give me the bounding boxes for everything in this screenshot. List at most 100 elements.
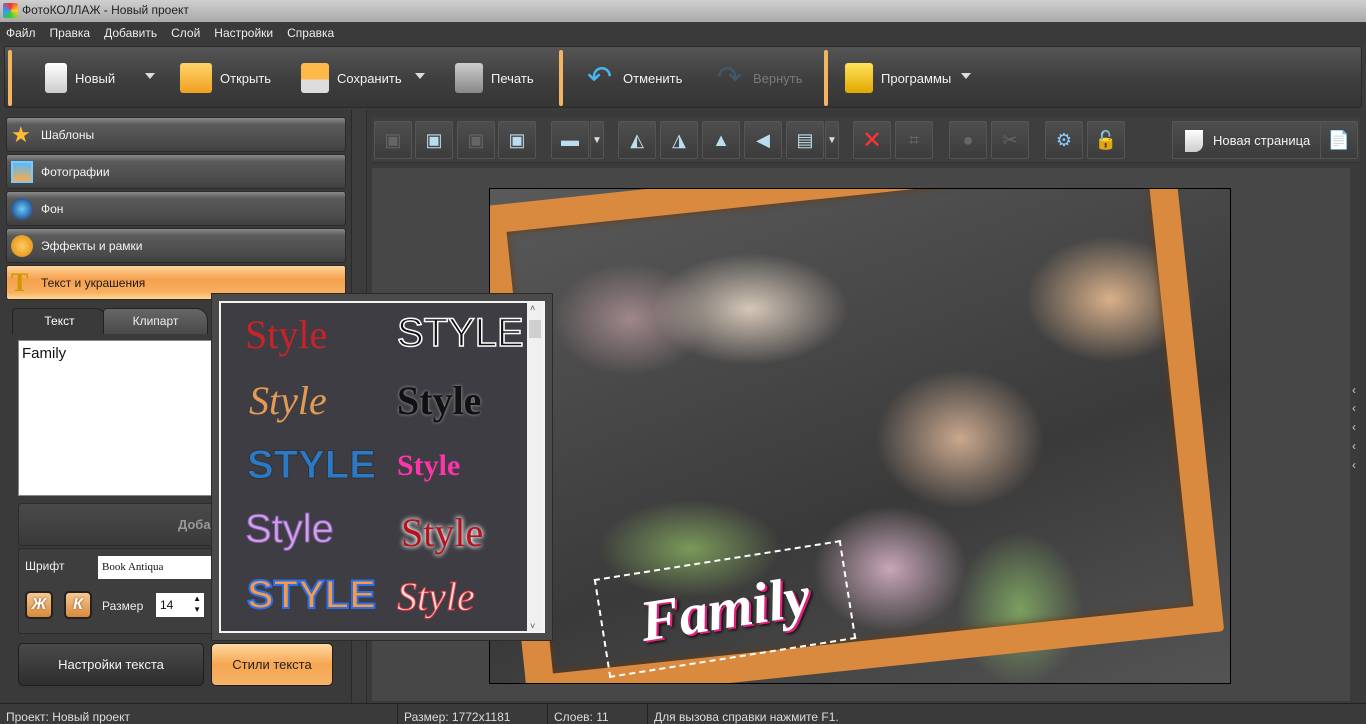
align-dropdown-icon[interactable]: ▼ <box>590 121 604 159</box>
effects-icon[interactable]: ● <box>949 121 987 159</box>
programs-label: Программы <box>881 70 952 86</box>
style-item[interactable]: STYLE <box>396 310 524 356</box>
undo-icon: ↶ <box>587 61 613 94</box>
unlock-icon[interactable]: 🔓 <box>1087 121 1125 159</box>
sidebar-item-label: Фотографии <box>41 164 110 179</box>
open-button[interactable]: Открыть <box>180 55 271 101</box>
save-label: Сохранить <box>337 70 402 86</box>
tab-clipart[interactable]: Клипарт <box>103 308 208 334</box>
new-dropdown-icon[interactable] <box>145 73 155 79</box>
programs-dropdown-icon[interactable] <box>961 73 971 79</box>
menu-edit[interactable]: Правка <box>50 26 91 40</box>
scroll-up-icon[interactable]: ˄ <box>530 303 535 313</box>
tab-text[interactable]: Текст <box>12 308 107 334</box>
save-dropdown-icon[interactable] <box>415 73 425 79</box>
new-page-label: Новая страница <box>1213 132 1311 148</box>
collage-canvas[interactable]: Family <box>489 188 1231 684</box>
sidebar-item-label: Эффекты и рамки <box>41 238 143 253</box>
printer-icon <box>455 63 483 93</box>
undo-label: Отменить <box>623 70 683 86</box>
sidebar-item-label: Текст и украшения <box>41 275 146 290</box>
flip-horizontal-icon[interactable]: ▲ <box>702 121 740 159</box>
undo-button[interactable]: ↶ Отменить <box>587 55 682 101</box>
print-label: Печать <box>491 70 534 86</box>
style-item[interactable]: Style <box>397 573 476 620</box>
collapse-arrow-icon[interactable]: ‹ <box>1352 439 1356 453</box>
menu-file[interactable]: Файл <box>6 26 36 40</box>
bring-forward-icon[interactable]: ▣ <box>498 121 536 159</box>
new-button[interactable]: Новый <box>45 55 115 101</box>
style-item[interactable]: Style <box>397 377 481 424</box>
style-item[interactable]: Style <box>249 377 327 424</box>
rotate-right-icon[interactable]: ◮ <box>660 121 698 159</box>
cut-icon[interactable]: ✂ <box>991 121 1029 159</box>
rotate-left-icon[interactable]: ◭ <box>618 121 656 159</box>
send-to-back-icon[interactable]: ▣ <box>374 121 412 159</box>
sidebar-item-background[interactable]: Фон <box>6 191 346 226</box>
text-styles-button[interactable]: Стили текста <box>211 643 333 686</box>
text-settings-button[interactable]: Настройки текста <box>18 643 204 686</box>
open-label: Открыть <box>220 70 272 86</box>
style-item[interactable]: STYLE <box>246 572 377 618</box>
crop-icon[interactable]: ⌗ <box>895 121 933 159</box>
app-icon <box>3 3 18 18</box>
styles-scrollbar[interactable]: ˄ ˅ <box>527 303 543 631</box>
stretch-icon[interactable]: ▤ <box>786 121 824 159</box>
box-icon <box>845 63 873 93</box>
align-icon[interactable]: ▬ <box>551 121 589 159</box>
sidebar-item-effects[interactable]: Эффекты и рамки <box>6 228 346 263</box>
settings-gear-icon[interactable]: ⚙ <box>1045 121 1083 159</box>
style-item[interactable]: Style <box>245 507 335 552</box>
menu-help[interactable]: Справка <box>287 26 334 40</box>
background-icon <box>11 198 33 220</box>
separator <box>559 50 563 106</box>
separator <box>824 50 828 106</box>
collapse-arrow-icon[interactable]: ‹ <box>1352 420 1356 434</box>
bold-button[interactable]: Ж <box>25 591 53 619</box>
redo-icon: ↷ <box>717 61 743 94</box>
stretch-dropdown-icon[interactable]: ▼ <box>825 121 839 159</box>
style-item[interactable]: Style <box>401 509 483 556</box>
font-label: Шрифт <box>25 559 65 573</box>
status-project: Проект: Новый проект <box>0 704 398 724</box>
menu-layer[interactable]: Слой <box>171 26 200 40</box>
size-stepper[interactable]: 14 ▲ ▼ <box>156 593 204 617</box>
styles-grid: Style STYLE Style Style STYLE Style Styl… <box>219 301 545 633</box>
palette-icon <box>11 235 33 257</box>
main-toolbar: Новый Открыть Сохранить Печать ↶ Отменить… <box>4 46 1362 108</box>
collapse-arrow-icon[interactable]: ‹ <box>1352 458 1356 472</box>
italic-button[interactable]: К <box>64 591 92 619</box>
redo-button[interactable]: ↷ Вернуть <box>717 55 803 101</box>
send-backward-icon[interactable]: ▣ <box>457 121 495 159</box>
menu-settings[interactable]: Настройки <box>214 26 273 40</box>
style-item[interactable]: Style <box>245 311 327 358</box>
save-button[interactable]: Сохранить <box>301 55 402 101</box>
sidebar-item-photos[interactable]: Фотографии <box>6 154 346 189</box>
font-select[interactable]: Book Antiqua <box>98 556 218 579</box>
new-page-button[interactable]: Новая страница <box>1172 121 1342 159</box>
status-layers: Слоев: 11 <box>548 704 648 724</box>
floppy-icon <box>301 63 329 93</box>
flip-vertical-icon[interactable]: ◀ <box>744 121 782 159</box>
text-input[interactable]: Family <box>18 340 218 496</box>
redo-label: Вернуть <box>753 70 803 86</box>
collapse-arrow-icon[interactable]: ‹ <box>1352 401 1356 415</box>
style-item[interactable]: STYLE <box>247 443 377 488</box>
sidebar-item-templates[interactable]: ★ Шаблоны <box>6 117 346 152</box>
print-button[interactable]: Печать <box>455 55 534 101</box>
menu-add[interactable]: Добавить <box>104 26 157 40</box>
new-label: Новый <box>75 70 116 86</box>
scroll-down-icon[interactable]: ˅ <box>530 621 535 631</box>
scrollbar-thumb[interactable] <box>529 320 541 338</box>
programs-button[interactable]: Программы <box>845 55 951 101</box>
text-icon: T <box>11 268 29 297</box>
status-hint: Для вызова справки нажмите F1. <box>654 710 839 724</box>
sidebar-item-label: Шаблоны <box>41 127 95 142</box>
spin-arrows-icon[interactable]: ▲ ▼ <box>193 593 201 615</box>
delete-icon[interactable]: ✕ <box>853 121 891 159</box>
bring-to-front-icon[interactable]: ▣ <box>415 121 453 159</box>
style-item[interactable]: Style <box>397 449 460 483</box>
collapse-arrow-icon[interactable]: ‹ <box>1352 383 1356 397</box>
page-settings-icon[interactable]: 📄 <box>1320 121 1358 159</box>
new-page-icon <box>1185 130 1203 152</box>
